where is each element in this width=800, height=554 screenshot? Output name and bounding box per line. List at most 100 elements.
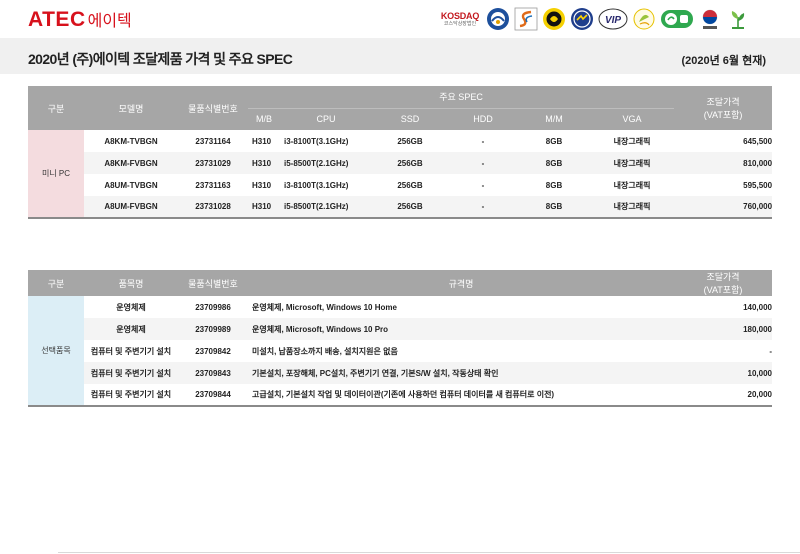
mm-cell: 8GB bbox=[518, 152, 590, 174]
certification-badges: KOSDAQ 코스닥상장법인 VIP bbox=[438, 6, 750, 32]
cert-badge-green-plant-icon bbox=[726, 7, 750, 31]
item-name-cell: 운영체제 bbox=[116, 302, 146, 312]
ssd-cell: 256GB bbox=[372, 196, 448, 218]
col-vga: VGA bbox=[590, 107, 675, 130]
col-price: 조달가격 (VAT포함) bbox=[674, 86, 773, 130]
mb-cell: H310 bbox=[252, 180, 272, 190]
kosdaq-logo-icon: KOSDAQ 코스닥상장법인 bbox=[438, 6, 482, 32]
category-cell: 미니 PC bbox=[28, 130, 84, 218]
item-id-cell: 23731029 bbox=[178, 152, 248, 174]
cpu-cell: i5-8500T(2.1GHz) bbox=[280, 152, 372, 174]
price-cell: 20,000 bbox=[747, 390, 772, 399]
cert-badge-green-leaf-icon bbox=[632, 7, 656, 31]
col-mm: M/M bbox=[518, 107, 590, 130]
vga-cell: 내장그래픽 bbox=[590, 152, 675, 174]
price-cell: 760,000 bbox=[674, 196, 773, 218]
mm-cell: 8GB bbox=[545, 136, 563, 146]
col-price-line2: (VAT포함) bbox=[703, 285, 743, 295]
item-id-cell: 23731164 bbox=[195, 136, 231, 146]
price-cell: - bbox=[769, 346, 772, 356]
table-row: A8UM-FVBGN 23731028 H310 i5-8500T(2.1GHz… bbox=[28, 196, 773, 218]
cert-badge-s-curve-icon bbox=[514, 7, 538, 31]
hdd-cell: - bbox=[448, 196, 518, 218]
table-row: 미니 PC A8KM-TVBGN 23731164 H310 i3-8100T(… bbox=[28, 130, 772, 218]
col-model: 모델명 bbox=[84, 86, 178, 130]
mm-cell: 8GB bbox=[545, 180, 563, 190]
col-ssd: SSD bbox=[372, 107, 448, 130]
mm-cell: 8GB bbox=[518, 196, 590, 218]
model-cell: A8KM-FVBGN bbox=[84, 152, 178, 174]
col-category: 구분 bbox=[28, 86, 84, 130]
model-cell: A8UM-FVBGN bbox=[84, 196, 178, 218]
col-category: 구분 bbox=[28, 270, 84, 296]
mb-cell: H310 bbox=[248, 196, 280, 218]
col-price-line1: 조달가격 bbox=[706, 272, 740, 282]
vga-cell: 내장그래픽 bbox=[613, 136, 651, 146]
vga-cell: 내장그래픽 bbox=[613, 180, 651, 190]
ssd-cell: 256GB bbox=[397, 180, 423, 190]
table-row: 컴퓨터 및 주변기기 설치 23709842 미설치, 납품장소까지 배송, 설… bbox=[28, 340, 772, 362]
spec-cell: 운영체제, Microsoft, Windows 10 Home bbox=[252, 302, 397, 312]
model-cell: A8KM-TVBGN bbox=[104, 136, 158, 146]
svg-text:VIP: VIP bbox=[605, 15, 621, 26]
as-of-date: (2020년 6월 현재) bbox=[681, 55, 766, 67]
spec-cell: 고급설치, 기본설치 작업 및 데이터이관(기존에 사용하던 컴퓨터 데이터를 … bbox=[252, 390, 555, 399]
col-mb: M/B bbox=[248, 107, 280, 130]
mb-cell: H310 bbox=[252, 136, 272, 146]
col-spec-name: 규격명 bbox=[248, 270, 674, 296]
option-price-table: 구분 품목명 물품식별번호 규격명 조달가격 (VAT포함) 선택품목 운영체제… bbox=[28, 270, 772, 407]
cert-badge-vip-icon: VIP bbox=[598, 7, 628, 31]
col-hdd: HDD bbox=[448, 107, 518, 130]
table-row: 컴퓨터 및 주변기기 설치 23709844 고급설치, 기본설치 작업 및 데… bbox=[28, 384, 772, 406]
col-item-name: 품목명 bbox=[84, 270, 178, 296]
cert-badge-yellow-black-icon bbox=[542, 7, 566, 31]
atec-logo: ATEC 에이텍 bbox=[28, 8, 132, 32]
item-name-cell: 컴퓨터 및 주변기기 설치 bbox=[90, 346, 172, 356]
logo-sub-text: 에이텍 bbox=[87, 11, 132, 30]
col-item-id: 물품식별번호 bbox=[178, 86, 248, 130]
price-cell: 810,000 bbox=[674, 152, 773, 174]
col-main-spec: 주요 SPEC bbox=[248, 86, 675, 108]
item-id-cell: 23731163 bbox=[195, 180, 231, 190]
table-row: A8KM-FVBGN 23731029 H310 i5-8500T(2.1GHz… bbox=[28, 152, 773, 174]
cert-badge-korea-flag-icon bbox=[698, 7, 722, 31]
cert-badge-green-oval-icon bbox=[660, 7, 694, 31]
item-id-cell: 23709843 bbox=[178, 362, 248, 384]
price-cell: 10,000 bbox=[674, 362, 772, 384]
price-cell: 595,500 bbox=[743, 180, 773, 190]
item-id-cell: 23709844 bbox=[195, 390, 231, 399]
top-header: ATEC 에이텍 KOSDAQ 코스닥상장법인 VIP bbox=[0, 0, 800, 38]
kosdaq-sub-text: 코스닥상장법인 bbox=[443, 21, 477, 27]
item-id-cell: 23709986 bbox=[195, 302, 231, 312]
col-cpu: CPU bbox=[280, 107, 372, 130]
spec-cell: 운영체제, Microsoft, Windows 10 Pro bbox=[248, 318, 674, 340]
col-item-id: 물품식별번호 bbox=[178, 270, 248, 296]
item-name-cell: 컴퓨터 및 주변기기 설치 bbox=[84, 362, 178, 384]
col-price: 조달가격 (VAT포함) bbox=[674, 270, 772, 296]
col-price-line1: 조달가격 bbox=[706, 97, 740, 107]
price-cell: 180,000 bbox=[674, 318, 772, 340]
spec-cell: 미설치, 납품장소까지 배송, 설치지원은 없음 bbox=[252, 346, 398, 356]
item-id-cell: 23731028 bbox=[178, 196, 248, 218]
spec-cell: 기본설치, 포장해체, PC설치, 주변기기 연결, 기본S/W 설치, 작동상… bbox=[248, 362, 674, 384]
item-id-cell: 23709842 bbox=[195, 346, 231, 356]
table-row: 컴퓨터 및 주변기기 설치 23709843 기본설치, 포장해체, PC설치,… bbox=[28, 362, 772, 384]
cert-badge-blue-globe-icon bbox=[570, 7, 594, 31]
table-row: 운영체제 23709989 운영체제, Microsoft, Windows 1… bbox=[28, 318, 772, 340]
vga-cell: 내장그래픽 bbox=[590, 196, 675, 218]
kosdaq-text: KOSDAQ bbox=[440, 11, 480, 21]
logo-main-text: ATEC bbox=[28, 8, 86, 31]
cert-badge-blue-emblem-icon bbox=[486, 7, 510, 31]
model-cell: A8UM-TVBGN bbox=[104, 180, 158, 190]
item-name-cell: 컴퓨터 및 주변기기 설치 bbox=[90, 390, 172, 399]
table-row: 선택품목 운영체제 23709986 운영체제, Microsoft, Wind… bbox=[28, 296, 772, 406]
hdd-cell: - bbox=[481, 180, 485, 190]
category-cell: 선택품목 bbox=[28, 296, 84, 406]
price-cell: 140,000 bbox=[743, 302, 772, 312]
page-title: 2020년 (주)에이텍 조달제품 가격 및 주요 SPEC bbox=[28, 51, 293, 67]
footer-divider bbox=[58, 552, 800, 553]
cpu-cell: i5-8500T(2.1GHz) bbox=[280, 196, 372, 218]
ssd-cell: 256GB bbox=[397, 136, 423, 146]
mini-pc-price-table: 구분 모델명 물품식별번호 주요 SPEC 조달가격 (VAT포함) M/B C… bbox=[28, 86, 773, 219]
col-price-line2: (VAT포함) bbox=[703, 110, 743, 120]
